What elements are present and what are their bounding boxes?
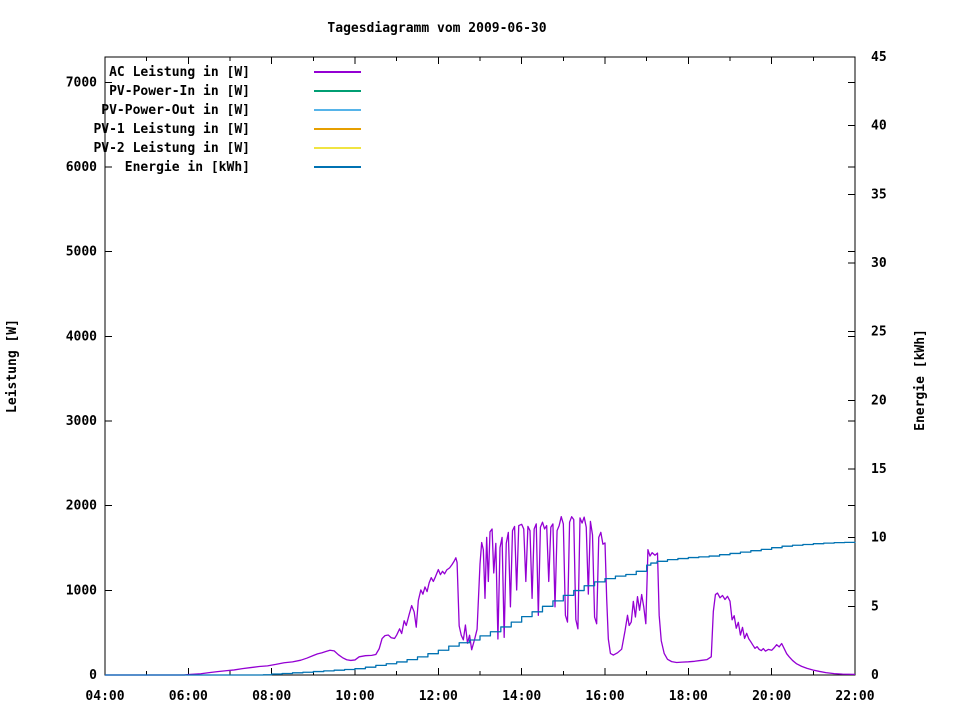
- tagesdiagramm-chart: Tagesdiagramm vom 2009-06-30 Leistung [W…: [0, 0, 960, 720]
- y-right-tick-label: 35: [871, 187, 887, 202]
- y-right-tick-label: 0: [871, 668, 879, 683]
- x-tick-label: 04:00: [85, 689, 124, 704]
- x-tick-label: 18:00: [669, 689, 708, 704]
- legend-label: AC Leistung in [W]: [109, 65, 250, 80]
- x-tick-label: 22:00: [835, 689, 874, 704]
- chart-title: Tagesdiagramm vom 2009-06-30: [327, 21, 546, 36]
- y-right-tick-label: 45: [871, 50, 887, 65]
- y-right-tick-label: 5: [871, 599, 879, 614]
- legend-label: PV-Power-In in [W]: [109, 84, 250, 99]
- y-left-tick-label: 6000: [66, 160, 97, 175]
- x-tick-label: 16:00: [585, 689, 624, 704]
- y-left-tick-label: 5000: [66, 245, 97, 260]
- x-tick-label: 14:00: [502, 689, 541, 704]
- legend: AC Leistung in [W] PV-Power-In in [W] PV-P…: [93, 65, 361, 175]
- chart-page: Tagesdiagramm vom 2009-06-30 Leistung [W…: [0, 0, 960, 720]
- series-line-0: [105, 517, 855, 675]
- y-right-tick-label: 25: [871, 325, 887, 340]
- y-right-tick-label: 30: [871, 256, 887, 271]
- y-left-tick-label: 3000: [66, 414, 97, 429]
- left-axis-label: Leistung [W]: [5, 319, 20, 413]
- y-right-tick-label: 40: [871, 119, 887, 134]
- y-left-tick-label: 1000: [66, 583, 97, 598]
- legend-label: PV-Power-Out in [W]: [101, 103, 250, 118]
- y-right-tick-label: 15: [871, 462, 887, 477]
- legend-label: PV-1 Leistung in [W]: [93, 122, 250, 137]
- y-left-tick-label: 7000: [66, 75, 97, 90]
- x-tick-label: 10:00: [335, 689, 374, 704]
- y-left-tick-label: 2000: [66, 499, 97, 514]
- data-series: [105, 517, 855, 675]
- x-tick-label: 12:00: [419, 689, 458, 704]
- y-left-tick-label: 0: [89, 668, 97, 683]
- y-right-tick-label: 10: [871, 531, 887, 546]
- x-tick-label: 06:00: [169, 689, 208, 704]
- right-axis-label: Energie [kWh]: [913, 329, 928, 431]
- y-right-tick-label: 20: [871, 393, 887, 408]
- x-tick-label: 20:00: [752, 689, 791, 704]
- legend-label: PV-2 Leistung in [W]: [93, 141, 250, 156]
- y-left-tick-label: 4000: [66, 329, 97, 344]
- x-tick-label: 08:00: [252, 689, 291, 704]
- legend-label: Energie in [kWh]: [125, 160, 250, 175]
